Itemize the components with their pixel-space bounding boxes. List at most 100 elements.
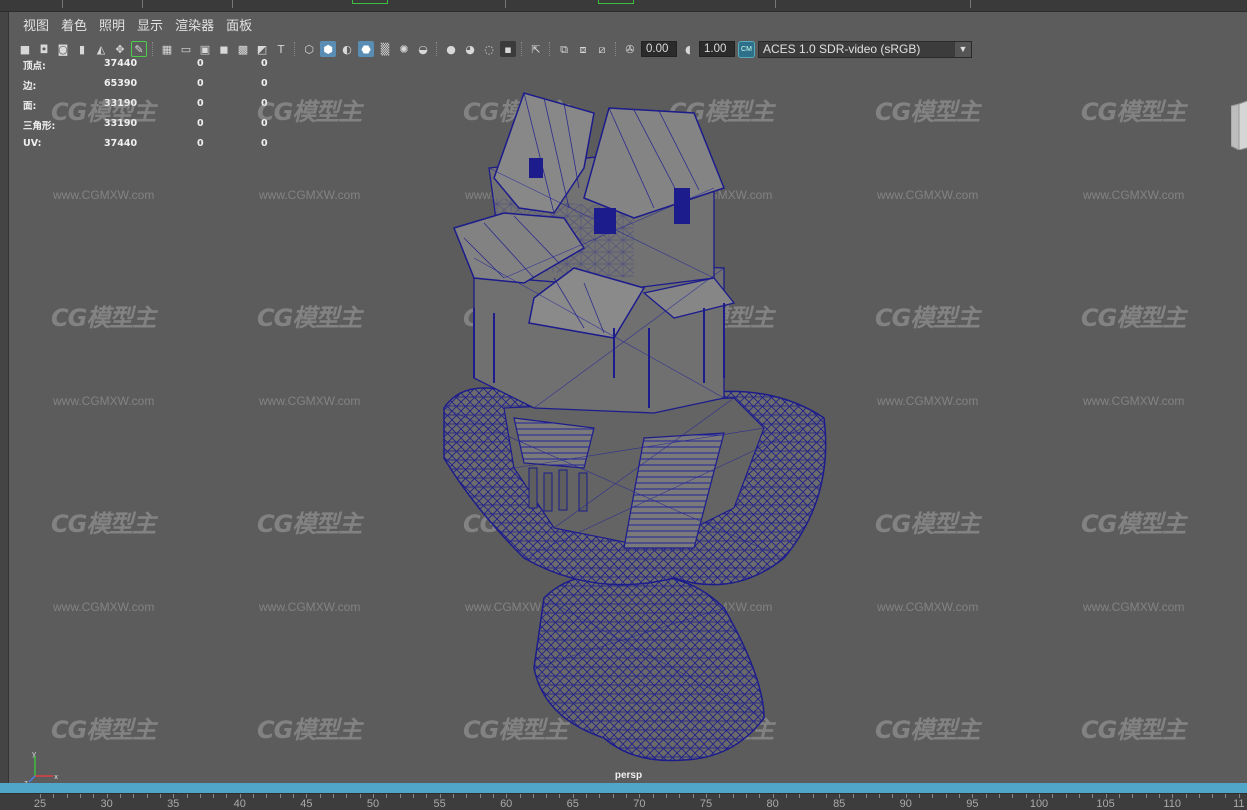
xray-joints-icon[interactable]: ⧈ [575,41,591,57]
chevron-down-icon[interactable]: ▼ [955,41,971,57]
ruler-tick [532,794,534,798]
hud-row: 顶点: 37440 0 0 [23,58,283,78]
textured-icon[interactable]: ▒ [377,41,393,57]
shadows-icon[interactable]: ◒ [415,41,431,57]
ruler-tick [199,794,201,798]
image-plane-icon[interactable]: ◭ [93,41,109,57]
viewport-panel[interactable]: 视图 着色 照明 显示 渲染器 面板 ■ ◘ ◙ ▮ ◭ ✥ ✎ ▦ ▭ ▣ ◼… [8,12,1247,786]
gamma-icon[interactable]: ◖ [680,41,696,57]
hud-value-selected: 0 [197,138,204,149]
menu-shading[interactable]: 着色 [55,16,93,38]
ruler-label: 25 [33,798,47,810]
time-ruler[interactable]: 25 30 35 40 45 50 55 60 65 70 75 80 85 90 95 100 105 110 1… [0,793,1247,810]
smooth-shade-icon[interactable]: ⬢ [320,41,336,57]
watermark-logo: CG模型主 [875,510,980,538]
ruler-tick [1118,794,1120,798]
grid-icon[interactable]: ▦ [159,41,175,57]
color-space-dropdown[interactable]: ACES 1.0 SDR-video (sRGB) ▼ [758,40,972,58]
antialias-icon[interactable]: ◌ [481,41,497,57]
film-gate-icon[interactable]: ▭ [178,41,194,57]
hud-value-selected: 0 [197,78,204,89]
watermark: CG模型主 www.CGMXW.com [875,298,980,408]
ruler-tick [985,794,987,798]
default-material-icon[interactable]: ◐ [339,41,355,57]
watermark-logo: CG模型主 [1081,716,1186,744]
motion-blur-icon[interactable]: ◕ [462,41,478,57]
isolate-icon[interactable]: ⇱ [528,41,544,57]
bookmark-icon[interactable]: ▮ [74,41,90,57]
menu-lighting[interactable]: 照明 [93,16,131,38]
ruler-tick [1039,794,1040,798]
wireframe-icon[interactable]: ⬡ [301,41,317,57]
ruler-tick [1025,794,1027,798]
ruler-tick [1225,794,1227,798]
axis-y-label: y [32,750,36,758]
ruler-tick [1145,794,1147,798]
two-d-pan-icon[interactable]: ✥ [112,41,128,57]
ruler-tick [612,794,614,798]
exposure-icon[interactable]: ✇ [622,41,638,57]
hud-value-triangles: 0 [261,78,268,89]
camera-icon[interactable]: ◙ [55,41,71,57]
gamma-field[interactable]: 1.00 [699,41,735,57]
ruler-tick [346,794,348,798]
menu-show[interactable]: 显示 [131,16,169,38]
ruler-label: 90 [899,798,912,810]
grease-pencil-icon[interactable]: ✎ [131,41,147,57]
safe-title-icon[interactable]: T [273,41,289,57]
exposure-field[interactable]: 0.00 [641,41,677,57]
ruler-tick [719,794,721,798]
ruler-tick [1092,794,1094,798]
menu-view[interactable]: 视图 [17,16,55,38]
camera-attr-icon[interactable]: ◘ [36,41,52,57]
panel-menu-bar: 视图 着色 照明 显示 渲染器 面板 [9,16,258,38]
resolution-gate-icon[interactable]: ▣ [197,41,213,57]
ruler-tick [79,794,81,798]
ruler-tick [186,794,188,798]
ruler-tick [639,794,641,798]
view-cube[interactable] [1231,94,1247,150]
poly-count-hud: 顶点: 37440 0 0 边: 65390 0 0 面: 33190 0 0 三角形: 33190 0 0 U… [23,58,283,158]
ruler-tick [373,794,374,798]
hud-row: UV: 37440 0 0 [23,138,283,158]
ruler-tick [732,794,734,798]
menu-panels[interactable]: 面板 [220,16,258,38]
menu-renderer[interactable]: 渲染器 [169,16,220,38]
ruler-tick [559,794,561,798]
ruler-tick [905,794,907,798]
watermark-url: www.CGMXW.com [1083,188,1185,202]
ruler-tick [1078,794,1080,798]
ruler-tick [452,794,454,798]
gate-mask-icon[interactable]: ◼ [216,41,232,57]
lights-icon[interactable]: ✺ [396,41,412,57]
color-management-icon[interactable]: CM [738,40,755,58]
ruler-tick [266,794,268,798]
xray-icon[interactable]: ⧉ [556,41,572,57]
ruler-tick [1212,794,1214,798]
watermark: CG模型主 [1081,710,1186,745]
ruler-tick [812,794,814,798]
color-space-value: ACES 1.0 SDR-video (sRGB) [763,42,921,56]
ruler-tick [999,794,1001,798]
ruler-tick [1185,794,1187,798]
ambient-occlusion-icon[interactable]: ● [443,41,459,57]
hud-row: 面: 33190 0 0 [23,98,283,118]
time-slider-bar[interactable] [0,783,1247,793]
field-chart-icon[interactable]: ▩ [235,41,251,57]
select-camera-icon[interactable]: ■ [17,41,33,57]
ruler-tick [1052,794,1054,798]
ruler-tick [93,794,95,798]
xray-active-icon[interactable]: ⧄ [594,41,610,57]
ruler-tick [1132,794,1134,798]
ruler-tick [799,794,801,798]
depth-of-field-icon[interactable]: ▪ [500,41,516,57]
watermark-url: www.CGMXW.com [53,188,155,202]
safe-action-icon[interactable]: ◩ [254,41,270,57]
watermark-url: www.CGMXW.com [53,394,155,408]
ruler-tick [1238,794,1240,798]
time-marker-right [598,0,634,4]
ruler-tick [239,794,241,798]
wireframe-on-shaded-icon[interactable]: ⬣ [358,41,374,57]
watermark-url: www.CGMXW.com [259,600,361,614]
watermark-logo: CG模型主 [257,304,362,332]
